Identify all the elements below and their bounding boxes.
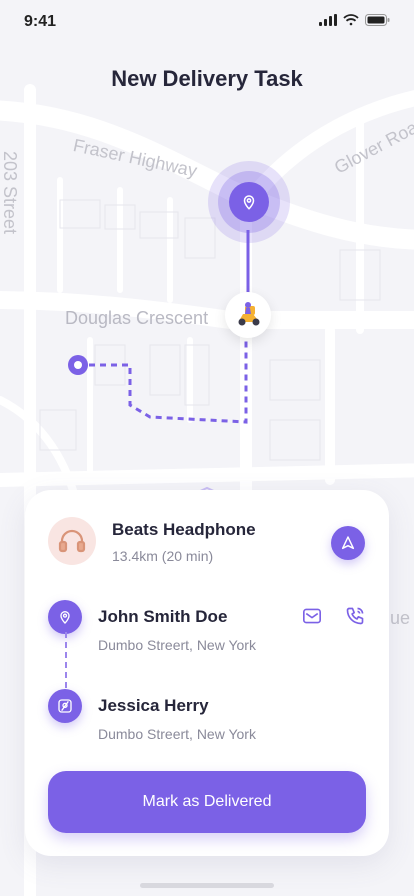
home-indicator[interactable] xyxy=(140,883,274,888)
street-label-douglas-crescent: Douglas Crescent xyxy=(65,308,209,328)
recipient-location-icon xyxy=(48,689,82,723)
headphone-icon xyxy=(58,529,86,553)
signal-icon xyxy=(319,14,337,26)
recipient-name: Jessica Herry xyxy=(98,696,209,715)
delivery-task-card: Beats Headphone 13.4km (20 min) John Smi… xyxy=(25,490,389,856)
navigation-arrow-icon xyxy=(341,536,355,550)
location-pin-icon xyxy=(229,182,269,222)
call-button[interactable] xyxy=(341,602,369,630)
phone-icon xyxy=(346,607,364,625)
status-icons xyxy=(319,14,390,26)
product-thumbnail xyxy=(48,517,96,565)
courier-marker[interactable] xyxy=(225,292,271,338)
status-bar: 9:41 xyxy=(0,0,414,44)
mail-icon xyxy=(303,608,321,624)
sender-address: Dumbo Streert, New York xyxy=(98,637,256,653)
message-button[interactable] xyxy=(298,602,326,630)
delivery-screen: Fraser Highway Glover Road 203 Street Do… xyxy=(0,0,414,896)
street-label-203-street: 203 Street xyxy=(0,150,21,235)
route-connector xyxy=(65,632,67,688)
sender-location-icon xyxy=(48,600,82,634)
origin-marker[interactable] xyxy=(68,355,88,375)
battery-icon xyxy=(365,14,390,26)
status-time: 9:41 xyxy=(24,13,57,30)
recipient-address: Dumbo Streert, New York xyxy=(98,726,256,742)
scooter-icon xyxy=(238,302,260,326)
destination-marker[interactable] xyxy=(208,161,290,243)
street-label-partial: ue xyxy=(390,608,411,628)
product-distance: 13.4km (20 min) xyxy=(112,548,214,564)
navigate-button[interactable] xyxy=(331,526,365,560)
product-name: Beats Headphone xyxy=(112,520,256,539)
page-title: New Delivery Task xyxy=(111,66,303,91)
mark-delivered-button[interactable]: Mark as Delivered xyxy=(48,771,366,833)
sender-name: John Smith Doe xyxy=(98,607,228,626)
wifi-icon xyxy=(343,14,359,26)
